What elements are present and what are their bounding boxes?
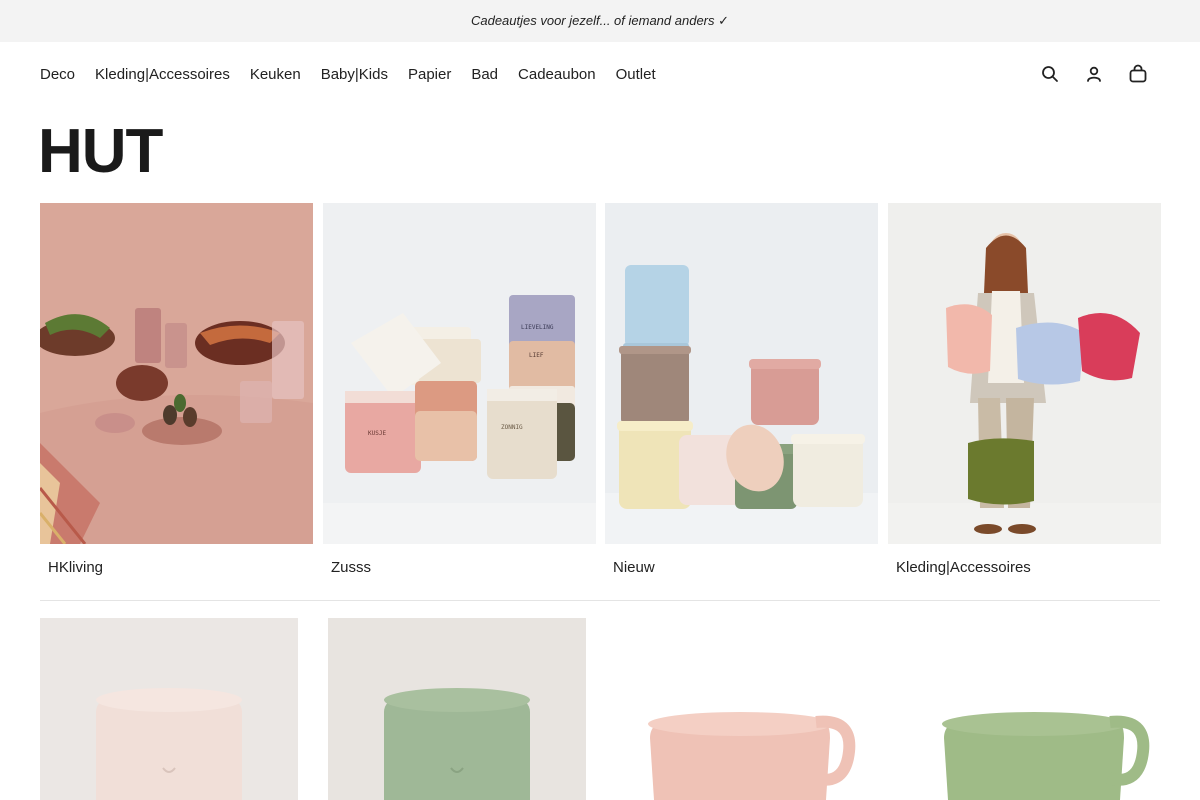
product-tile[interactable] xyxy=(328,618,586,800)
search-icon[interactable] xyxy=(1040,64,1060,84)
nav-item-kleding-accessoires[interactable]: Kleding|Accessoires xyxy=(95,66,230,83)
nav-item-cadeaubon[interactable]: Cadeaubon xyxy=(518,66,596,83)
collection-image-nieuw xyxy=(605,203,878,544)
collection-card-zusss[interactable]: KUSJE ZONNIG LIEF LIEVELING Zusss xyxy=(323,203,596,576)
collection-image-hkliving xyxy=(40,203,313,544)
nav-item-bad[interactable]: Bad xyxy=(471,66,498,83)
main-navigation: Deco Kleding|Accessoires Keuken Baby|Kid… xyxy=(0,42,1200,108)
product-image xyxy=(40,618,298,800)
announcement-text: Cadeautjes voor jezelf... of iemand ande… xyxy=(470,13,730,28)
page-title: HUT xyxy=(38,117,163,186)
svg-text:ZONNIG: ZONNIG xyxy=(501,424,523,431)
account-icon[interactable] xyxy=(1084,64,1104,84)
section-divider xyxy=(40,600,1160,601)
nav-icons xyxy=(1040,64,1148,84)
nav-item-outlet[interactable]: Outlet xyxy=(616,66,656,83)
collection-label[interactable]: Zusss xyxy=(323,544,596,576)
nav-item-keuken[interactable]: Keuken xyxy=(250,66,301,83)
svg-text:KUSJE: KUSJE xyxy=(368,430,386,437)
svg-text:LIEVELING: LIEVELING xyxy=(521,324,554,331)
product-image xyxy=(616,618,874,800)
product-image xyxy=(328,618,586,800)
svg-text:LIEF: LIEF xyxy=(529,352,544,359)
cart-icon[interactable] xyxy=(1128,64,1148,84)
collection-card-nieuw[interactable]: Nieuw xyxy=(605,203,878,576)
nav-item-baby-kids[interactable]: Baby|Kids xyxy=(321,66,388,83)
collection-image-zusss: KUSJE ZONNIG LIEF LIEVELING xyxy=(323,203,596,544)
announcement-bar: Cadeautjes voor jezelf... of iemand ande… xyxy=(0,0,1200,42)
nav-item-papier[interactable]: Papier xyxy=(408,66,451,83)
collection-label[interactable]: Kleding|Accessoires xyxy=(888,544,1161,576)
product-tile[interactable] xyxy=(616,618,874,800)
collection-label[interactable]: Nieuw xyxy=(605,544,878,576)
collection-image-kleding-accessoires xyxy=(888,203,1161,544)
collection-card-hkliving[interactable]: HKliving xyxy=(40,203,313,576)
nav-links: Deco Kleding|Accessoires Keuken Baby|Kid… xyxy=(40,66,656,83)
product-tile[interactable] xyxy=(904,618,1162,800)
product-image xyxy=(904,618,1162,800)
collection-card-kleding-accessoires[interactable]: Kleding|Accessoires xyxy=(888,203,1161,576)
product-tile[interactable] xyxy=(40,618,298,800)
nav-item-deco[interactable]: Deco xyxy=(40,66,75,83)
collection-label[interactable]: HKliving xyxy=(40,544,313,576)
